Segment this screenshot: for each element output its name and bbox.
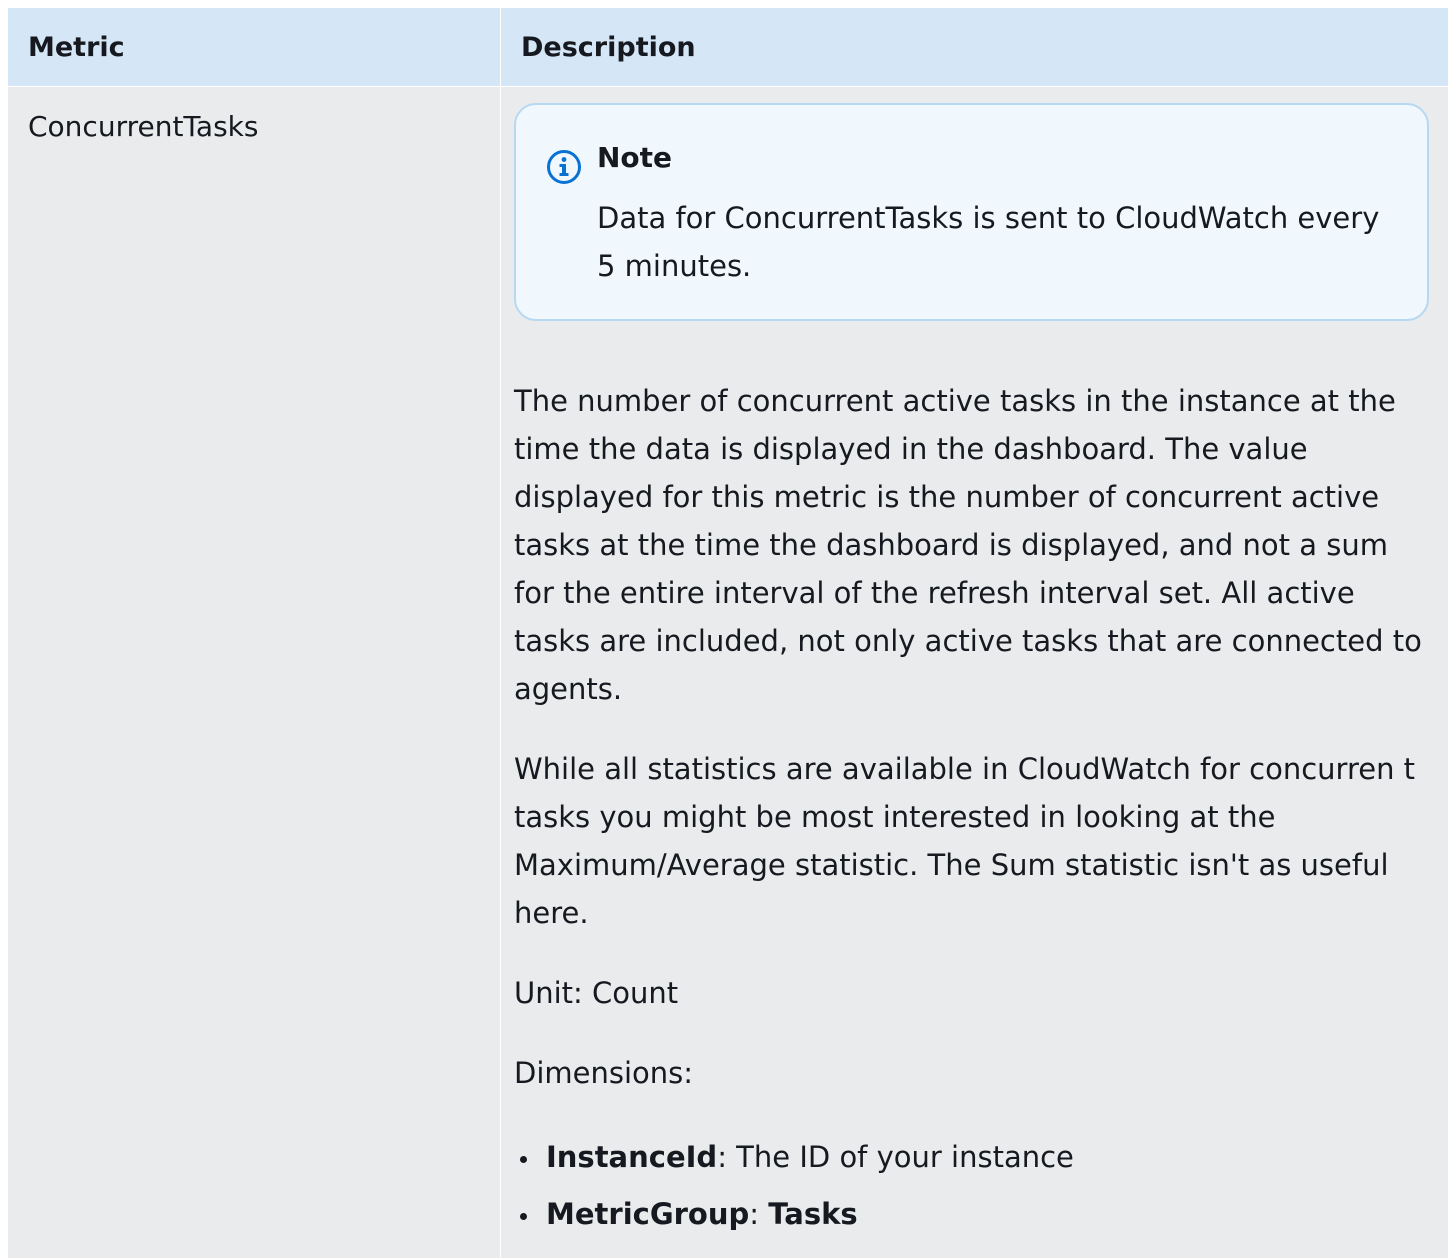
- metric-name-cell: ConcurrentTasks: [8, 86, 501, 1258]
- list-item: InstanceId: The ID of your instance: [520, 1129, 1429, 1186]
- dimensions-list: InstanceId: The ID of your instance Metr…: [514, 1129, 1429, 1243]
- description-cell: Note Data for ConcurrentTasks is sent to…: [500, 86, 1448, 1258]
- dimension-separator: :: [749, 1197, 769, 1231]
- note-title: Note: [597, 141, 673, 174]
- dimensions-label: Dimensions:: [514, 1056, 694, 1090]
- note-body: Data for ConcurrentTasks is sent to Clou…: [597, 201, 1380, 283]
- info-icon: [547, 150, 581, 184]
- statistics-paragraph: While all statistics are available in Cl…: [514, 752, 1416, 930]
- description-paragraph: The number of concurrent active tasks in…: [514, 384, 1422, 706]
- column-header-description: Description: [500, 8, 1448, 87]
- dimension-value: Tasks: [768, 1197, 858, 1231]
- dimension-name: InstanceId: [546, 1140, 718, 1174]
- dimension-name: MetricGroup: [546, 1197, 750, 1231]
- table-row: ConcurrentTasks Note Data for Concurrent…: [8, 86, 1448, 1258]
- metrics-table: Metric Description ConcurrentTasks Note: [8, 8, 1448, 1258]
- column-header-metric: Metric: [8, 8, 501, 87]
- metric-name: ConcurrentTasks: [28, 110, 259, 143]
- unit-text: Unit: Count: [514, 976, 679, 1010]
- list-item: MetricGroup: Tasks: [520, 1186, 1429, 1243]
- note-callout: Note Data for ConcurrentTasks is sent to…: [514, 103, 1429, 321]
- dimension-value: The ID of your instance: [726, 1140, 1074, 1174]
- dimension-separator: :: [717, 1140, 727, 1174]
- table-header-row: Metric Description: [8, 8, 1448, 87]
